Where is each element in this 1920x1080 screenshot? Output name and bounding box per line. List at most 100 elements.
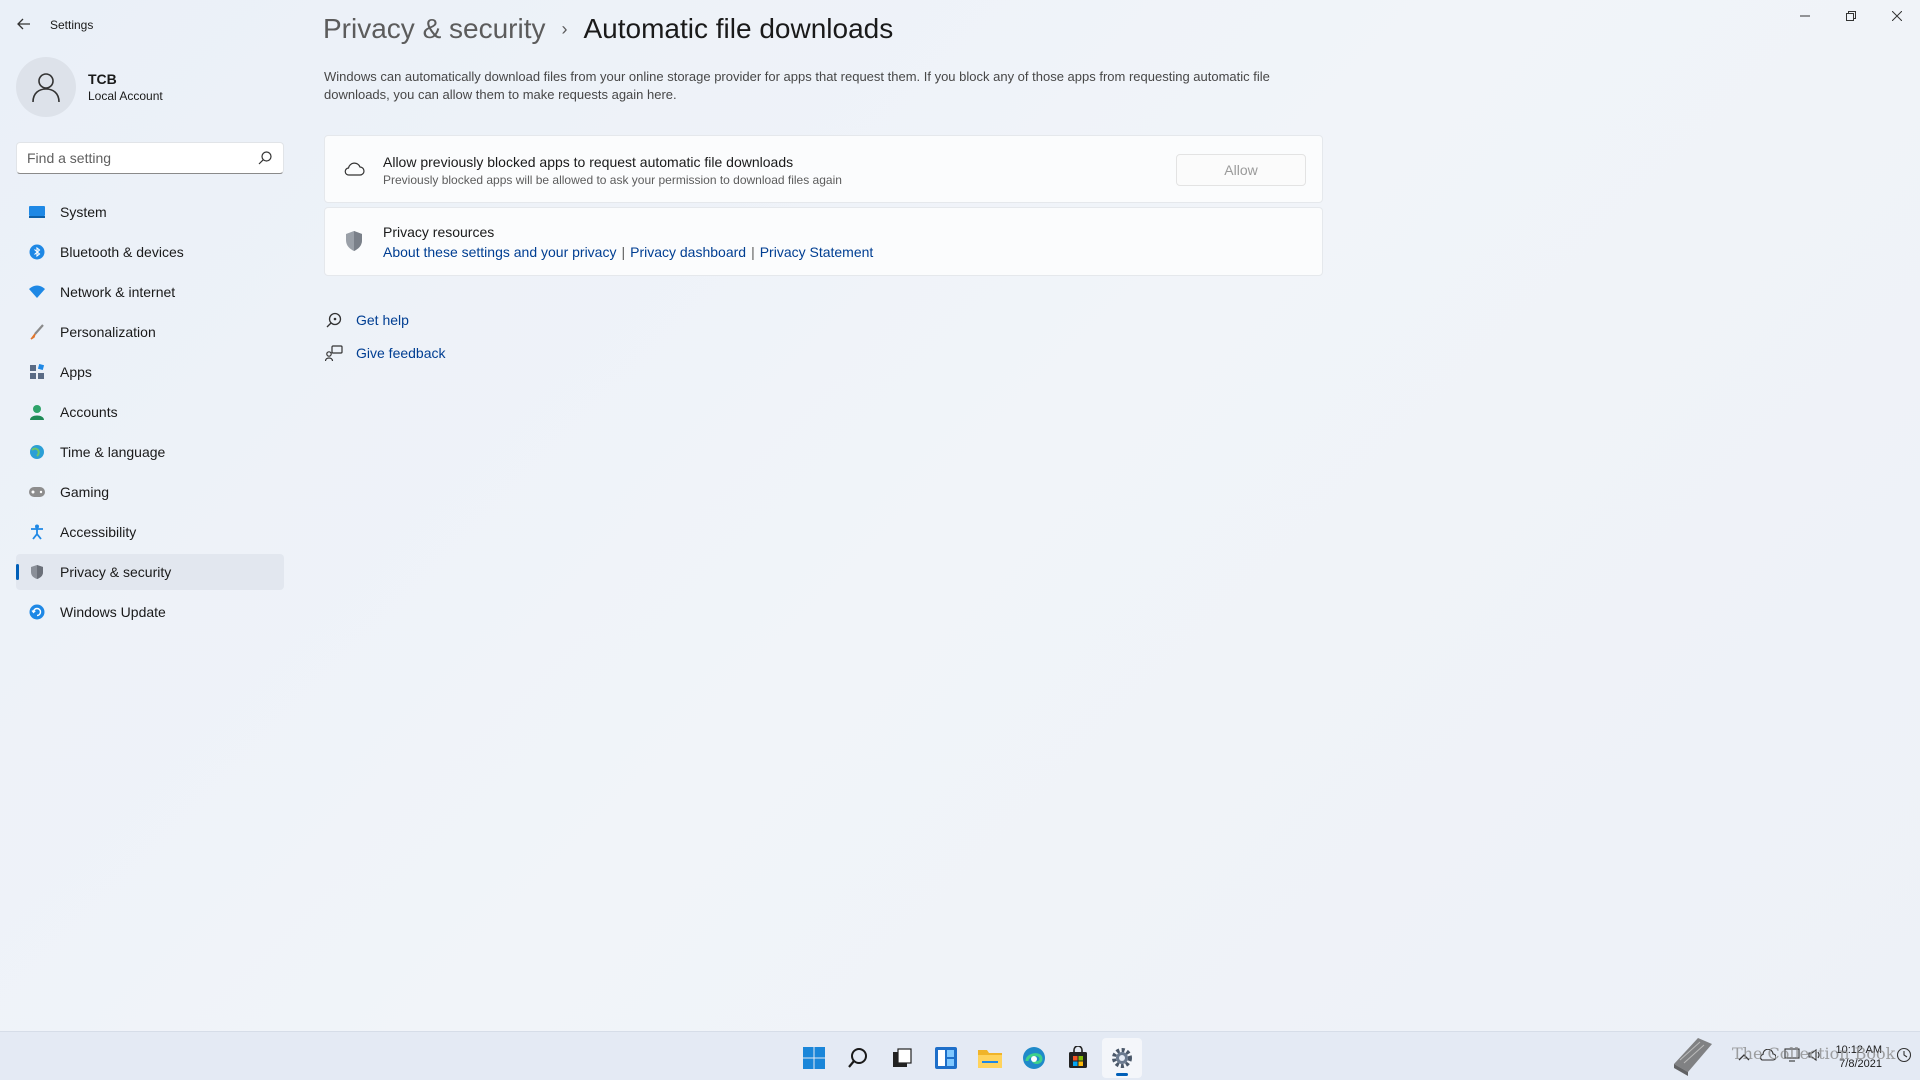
file-explorer-icon — [978, 1050, 1002, 1068]
sidebar-item-privacy-security[interactable]: Privacy & security — [16, 554, 284, 590]
search-placeholder: Find a setting — [27, 150, 112, 166]
settings-window: Settings TCB Local Account Find a settin… — [0, 0, 1920, 1031]
taskbar: 10:12 AM 7/8/2021 — [0, 1031, 1920, 1080]
sidebar-item-label: Personalization — [60, 324, 156, 340]
link-separator: | — [621, 244, 626, 260]
network-icon — [28, 283, 46, 301]
store-button[interactable] — [1058, 1038, 1098, 1078]
brush-icon — [28, 323, 46, 341]
about-settings-privacy-link[interactable]: About these settings and your privacy — [383, 244, 616, 260]
gaming-icon — [28, 483, 46, 501]
cloud-icon — [343, 158, 365, 180]
widgets-button[interactable] — [926, 1038, 966, 1078]
title-bar: Settings — [0, 0, 1920, 48]
sidebar-item-system[interactable]: System — [16, 194, 284, 230]
privacy-links: About these settings and your privacy | … — [383, 244, 873, 260]
sidebar-item-label: Time & language — [60, 444, 166, 460]
profile-account-type: Local Account — [88, 89, 163, 103]
allow-card-title: Allow previously blocked apps to request… — [383, 154, 794, 170]
restore-button[interactable] — [1828, 0, 1874, 32]
book-logo-icon — [1668, 1030, 1716, 1078]
store-icon — [1069, 1046, 1087, 1068]
apps-icon — [28, 363, 46, 381]
sidebar-item-label: Windows Update — [60, 604, 166, 620]
watermark-text: The Collection Book — [1732, 1044, 1896, 1063]
task-view-button[interactable] — [882, 1038, 922, 1078]
breadcrumb: Privacy & security › Automatic file down… — [323, 10, 893, 48]
feedback-icon — [324, 343, 344, 363]
edge-button[interactable] — [1014, 1038, 1054, 1078]
taskbar-apps — [794, 1038, 1146, 1078]
widgets-icon — [935, 1047, 957, 1069]
sidebar-item-label: Bluetooth & devices — [60, 244, 184, 260]
sidebar-item-bluetooth[interactable]: Bluetooth & devices — [16, 234, 284, 270]
accounts-icon — [28, 403, 46, 421]
user-profile[interactable]: TCB Local Account — [16, 57, 163, 117]
sidebar-item-label: Network & internet — [60, 284, 176, 300]
sidebar-item-accounts[interactable]: Accounts — [16, 394, 284, 430]
window-controls — [1782, 0, 1920, 32]
task-view-icon — [893, 1048, 912, 1067]
give-feedback-link[interactable]: Give feedback — [356, 345, 446, 361]
close-button[interactable] — [1874, 0, 1920, 32]
privacy-statement-link[interactable]: Privacy Statement — [760, 244, 874, 260]
sidebar-item-label: Accessibility — [60, 524, 137, 540]
page-description: Windows can automatically download files… — [324, 69, 1270, 102]
sidebar-nav: System Bluetooth & devices Network & int… — [16, 194, 284, 634]
start-button[interactable] — [794, 1038, 834, 1078]
sidebar-item-label: Apps — [60, 364, 92, 380]
sidebar-item-windows-update[interactable]: Windows Update — [16, 594, 284, 630]
edge-icon — [1023, 1047, 1045, 1069]
back-arrow-icon — [17, 18, 30, 30]
shield-icon — [28, 563, 46, 581]
allow-button[interactable]: Allow — [1176, 154, 1306, 186]
get-help-link[interactable]: Get help — [356, 312, 409, 328]
minimize-icon — [1800, 15, 1810, 17]
sidebar-item-network[interactable]: Network & internet — [16, 274, 284, 310]
time-language-icon — [28, 443, 46, 461]
sidebar-item-time-language[interactable]: Time & language — [16, 434, 284, 470]
shield-icon — [343, 230, 365, 252]
page-title: Automatic file downloads — [583, 13, 894, 44]
sidebar-item-label: Privacy & security — [60, 564, 172, 580]
start-icon — [803, 1047, 825, 1069]
give-feedback-row[interactable]: Give feedback — [324, 343, 446, 363]
privacy-dashboard-link[interactable]: Privacy dashboard — [630, 244, 746, 260]
search-icon — [258, 151, 272, 165]
link-separator: | — [751, 244, 755, 260]
sidebar-item-accessibility[interactable]: Accessibility — [16, 514, 284, 550]
windows-update-icon — [28, 603, 46, 621]
sidebar-item-label: Gaming — [60, 484, 110, 500]
close-icon — [1892, 11, 1902, 21]
privacy-card-title: Privacy resources — [383, 224, 495, 240]
sidebar-item-personalization[interactable]: Personalization — [16, 314, 284, 350]
sidebar-item-apps[interactable]: Apps — [16, 354, 284, 390]
search-icon — [848, 1048, 867, 1068]
allow-blocked-apps-card: Allow previously blocked apps to request… — [324, 135, 1323, 203]
sidebar-item-label: System — [60, 204, 107, 220]
file-explorer-button[interactable] — [970, 1038, 1010, 1078]
settings-icon — [1112, 1048, 1132, 1068]
sidebar-item-label: Accounts — [60, 404, 118, 420]
search-input[interactable]: Find a setting — [16, 142, 284, 174]
minimize-button[interactable] — [1782, 0, 1828, 32]
bluetooth-icon — [28, 243, 46, 261]
sidebar-item-gaming[interactable]: Gaming — [16, 474, 284, 510]
back-button[interactable] — [12, 12, 36, 36]
breadcrumb-parent[interactable]: Privacy & security — [323, 10, 546, 48]
taskbar-search-button[interactable] — [838, 1038, 878, 1078]
settings-button[interactable] — [1102, 1038, 1142, 1078]
system-icon — [28, 203, 46, 221]
avatar — [16, 57, 76, 117]
breadcrumb-separator: › — [561, 19, 568, 39]
privacy-resources-card: Privacy resources About these settings a… — [324, 207, 1323, 276]
user-icon — [32, 73, 60, 103]
app-title: Settings — [50, 18, 94, 32]
get-help-icon — [324, 310, 344, 330]
accessibility-icon — [28, 523, 46, 541]
restore-icon — [1846, 11, 1856, 21]
profile-name: TCB — [88, 71, 117, 87]
get-help-row[interactable]: Get help — [324, 310, 409, 330]
notification-icon[interactable] — [1896, 1047, 1912, 1066]
allow-card-subtitle: Previously blocked apps will be allowed … — [383, 173, 842, 187]
